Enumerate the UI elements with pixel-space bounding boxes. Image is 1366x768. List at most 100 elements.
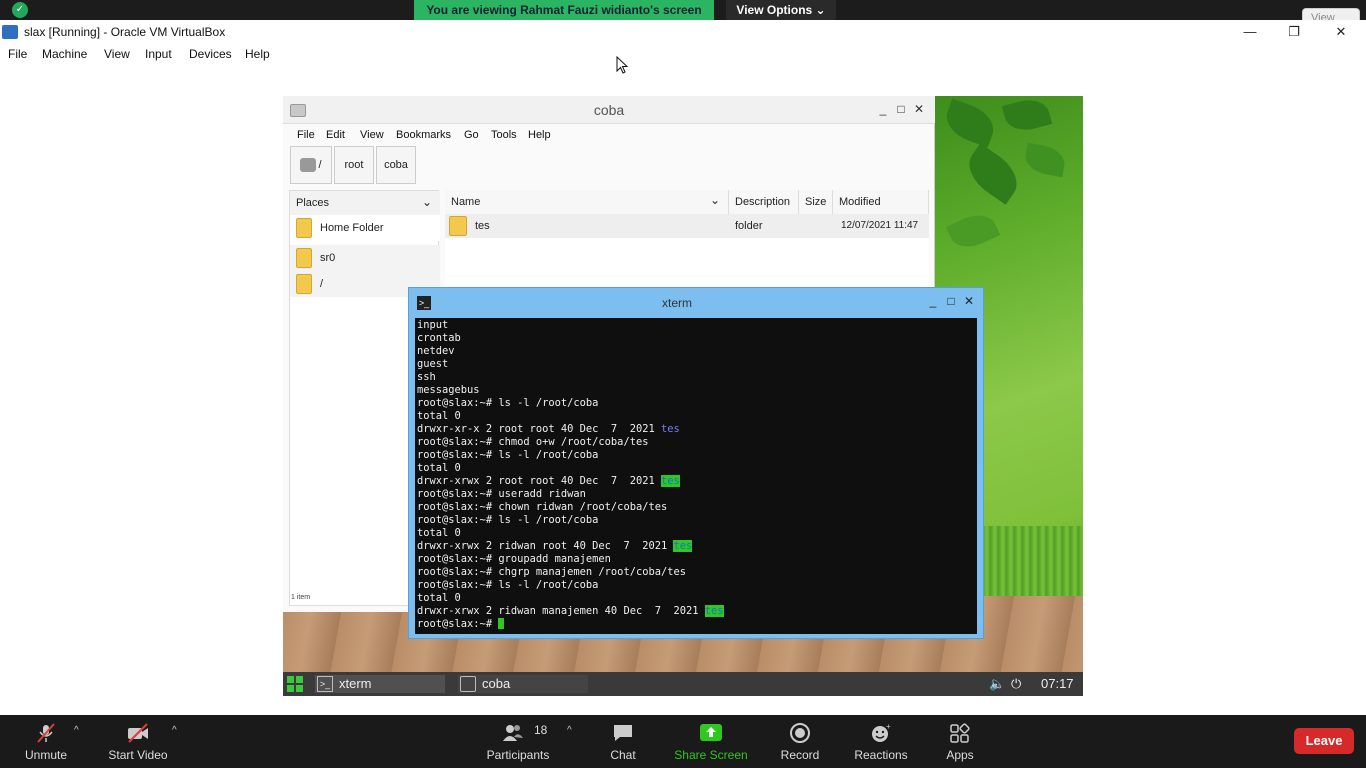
restore-button[interactable]: ❐ [1280, 23, 1308, 41]
path-root-button[interactable]: / [290, 146, 332, 184]
fm-minimize-button[interactable]: _ [875, 102, 891, 116]
record-button[interactable]: Record [778, 715, 822, 768]
fm-maximize-button[interactable]: □ [893, 102, 909, 116]
fm-menu-view[interactable]: View [360, 129, 384, 141]
participants-count: 18 [534, 723, 548, 737]
place-home-folder[interactable]: Home Folder [290, 215, 440, 241]
directory-name: tes [660, 475, 680, 487]
share-screen-button[interactable]: Share Screen [674, 715, 748, 768]
path-root-folder-button[interactable]: root [334, 146, 374, 184]
share-screen-icon [700, 724, 722, 741]
fm-menu-bookmarks[interactable]: Bookmarks [396, 129, 451, 141]
chevron-down-icon[interactable]: ⌄ [422, 195, 432, 209]
fm-menu-help[interactable]: Help [528, 129, 551, 141]
close-button[interactable]: ✕ [1327, 23, 1355, 41]
places-header[interactable]: Places ⌄ [290, 191, 440, 215]
app-menu-button[interactable] [287, 676, 303, 692]
guest-taskbar: >_ xterm coba 🔈 ⏻ 07:17 [283, 672, 1083, 696]
clock: 07:17 [1041, 676, 1074, 691]
column-modified[interactable]: Modified [833, 190, 929, 214]
apps-label: Apps [946, 748, 974, 762]
file-modified: 12/07/2021 11:47 [841, 220, 919, 231]
terminal-line: root@slax:~# chgrp manajemen /root/coba/… [417, 566, 686, 578]
folder-icon [296, 218, 312, 238]
minimize-button[interactable]: — [1236, 23, 1264, 41]
places-label: Places [296, 197, 330, 209]
unmute-button[interactable]: Unmute [20, 715, 72, 768]
directory-name: tes [673, 540, 693, 552]
zoom-top-bar: ✓ You are viewing Rahmat Fauzi widianto'… [0, 0, 1366, 21]
terminal-line: root@slax:~# ls -l /root/coba [417, 397, 599, 409]
reactions-label: Reactions [854, 748, 908, 762]
terminal-line: messagebus [417, 384, 480, 396]
participants-options-caret[interactable]: ^ [567, 725, 572, 736]
apps-button[interactable]: Apps [940, 715, 980, 768]
terminal-output[interactable]: input crontab netdev guest ssh messagebus root… [415, 318, 977, 634]
fm-menu-go[interactable]: Go [464, 129, 479, 141]
directory-name: tes [660, 423, 680, 435]
fm-menu-edit[interactable]: Edit [326, 129, 345, 141]
column-description[interactable]: Description [729, 190, 799, 214]
directory-name: tes [704, 605, 724, 617]
place-label: / [320, 278, 324, 290]
start-video-label: Start Video [108, 748, 168, 762]
menu-file[interactable]: File [8, 47, 27, 61]
path-coba-button[interactable]: coba [376, 146, 416, 184]
view-options-button[interactable]: View Options ⌄ [726, 0, 836, 21]
window-title: slax [Running] - Oracle VM VirtualBox [24, 25, 226, 39]
leave-button[interactable]: Leave [1294, 728, 1354, 754]
terminal-line: drwxr-xrwx 2 root root 40 Dec 7 2021 tes [417, 475, 680, 487]
terminal-icon: >_ [317, 676, 333, 692]
terminal-line: root@slax:~# [417, 618, 977, 631]
menu-machine[interactable]: Machine [42, 47, 87, 61]
viewing-banner: You are viewing Rahmat Fauzi widianto's … [414, 0, 714, 21]
terminal-line: drwxr-xrwx 2 ridwan manajemen 40 Dec 7 2… [417, 605, 724, 617]
menu-input[interactable]: Input [145, 47, 172, 61]
fm-close-button[interactable]: ✕ [911, 102, 927, 116]
drive-icon [300, 158, 317, 173]
menu-view[interactable]: View [104, 47, 130, 61]
terminal-line: drwxr-xr-x 2 root root 40 Dec 7 2021 tes [417, 423, 680, 435]
path-root-label: / [318, 159, 322, 171]
apps-icon [950, 723, 970, 743]
volume-icon[interactable]: 🔈 [989, 676, 1005, 692]
terminal-line: root@slax:~# chmod o+w /root/coba/tes [417, 436, 649, 448]
terminal-line: root@slax:~# useradd ridwan [417, 488, 586, 500]
file-description: folder [735, 220, 763, 232]
terminal-line: total 0 [417, 410, 461, 422]
audio-options-caret[interactable]: ^ [74, 725, 79, 736]
start-video-button[interactable]: Start Video [106, 715, 170, 768]
share-screen-label: Share Screen [674, 748, 748, 762]
terminal-line: root@slax:~# ls -l /root/coba [417, 514, 599, 526]
task-xterm[interactable]: >_ xterm [315, 675, 445, 693]
column-size[interactable]: Size [799, 190, 833, 214]
menu-help[interactable]: Help [245, 47, 270, 61]
terminal-line: drwxr-xrwx 2 ridwan root 40 Dec 7 2021 t… [417, 540, 693, 552]
terminal-line: root@slax:~# ls -l /root/coba [417, 579, 599, 591]
xterm-close-button[interactable]: ✕ [961, 294, 977, 308]
unmute-label: Unmute [24, 748, 68, 762]
video-options-caret[interactable]: ^ [172, 725, 177, 736]
chat-button[interactable]: Chat [606, 715, 640, 768]
mouse-cursor-icon [616, 56, 628, 74]
terminal-line: root@slax:~# ls -l /root/coba [417, 449, 599, 461]
video-muted-icon [128, 723, 148, 743]
zoom-control-bar: Unmute ^ Start Video ^ 18 Participants ^… [0, 715, 1366, 768]
place-label: Home Folder [320, 222, 384, 234]
terminal-line: guest [417, 358, 449, 370]
fm-menu-tools[interactable]: Tools [491, 129, 517, 141]
table-row[interactable]: tes folder 12/07/2021 11:47 [445, 214, 929, 238]
task-coba[interactable]: coba [458, 675, 588, 693]
fm-menu-file[interactable]: File [297, 129, 315, 141]
chat-label: Chat [610, 748, 636, 762]
xterm-titlebar: >_ xterm _ □ ✕ [409, 288, 985, 318]
xterm-maximize-button[interactable]: □ [943, 294, 959, 308]
column-name[interactable]: Name ⌄ [445, 190, 729, 214]
menu-devices[interactable]: Devices [189, 47, 232, 61]
reactions-button[interactable]: + Reactions [852, 715, 910, 768]
xterm-minimize-button[interactable]: _ [925, 294, 941, 308]
terminal-line: root@slax:~# groupadd manajemen [417, 553, 611, 565]
place-sr0[interactable]: sr0 [290, 245, 440, 271]
power-icon[interactable]: ⏻ [1011, 676, 1021, 692]
participants-button[interactable]: 18 Participants [484, 715, 552, 768]
